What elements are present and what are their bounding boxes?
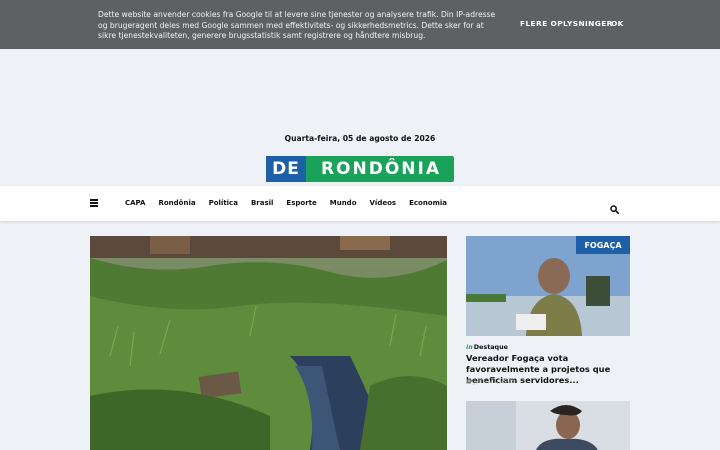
logo-name: RONDÔNIA (320, 159, 442, 179)
hamburger-icon[interactable] (90, 199, 98, 207)
nav-item-capa[interactable]: CAPA (125, 186, 145, 221)
nav-item-rondonia[interactable]: Rondônia (158, 186, 195, 221)
more-info-button[interactable]: FLERE OPLYSNINGER (520, 19, 613, 28)
featured-article-image[interactable] (90, 236, 447, 450)
nav-item-videos[interactable]: Vídeos (370, 186, 397, 221)
logo-prefix: DE (266, 156, 306, 182)
nav-item-esporte[interactable]: Esporte (286, 186, 316, 221)
site-logo[interactable]: DE RONDÔNIA (266, 156, 454, 182)
category-label: Destaque (473, 343, 509, 351)
calendar-icon: ▦ (466, 379, 472, 385)
nav-item-politica[interactable]: Política (209, 186, 238, 221)
main-navigation: CAPA Rondônia Política Brasil Esporte Mu… (0, 186, 720, 221)
article-date: ▦ julho 21, 2026 (466, 379, 515, 385)
second-article-image[interactable] (466, 401, 630, 450)
ok-button[interactable]: OK (611, 19, 624, 28)
cookie-notice-text: Dette website anvender cookies fra Googl… (98, 10, 496, 40)
article-date-text: julho 21, 2026 (473, 379, 516, 385)
current-date: Quarta-feira, 05 de agosto de 2026 (284, 134, 436, 143)
nav-item-mundo[interactable]: Mundo (330, 186, 357, 221)
sidebar-article-image[interactable]: FOGAÇA (466, 236, 630, 336)
nav-item-brasil[interactable]: Brasil (251, 186, 273, 221)
image-tag-text: FOGAÇA (584, 241, 622, 250)
cookie-banner: Dette website anvender cookies fra Googl… (0, 0, 720, 49)
article-category[interactable]: inDestaque (466, 343, 508, 351)
category-marker: in (466, 343, 473, 351)
search-icon[interactable] (610, 199, 620, 215)
nav-menu: CAPA Rondônia Política Brasil Esporte Mu… (125, 186, 460, 221)
nav-item-economia[interactable]: Economia (409, 186, 447, 221)
